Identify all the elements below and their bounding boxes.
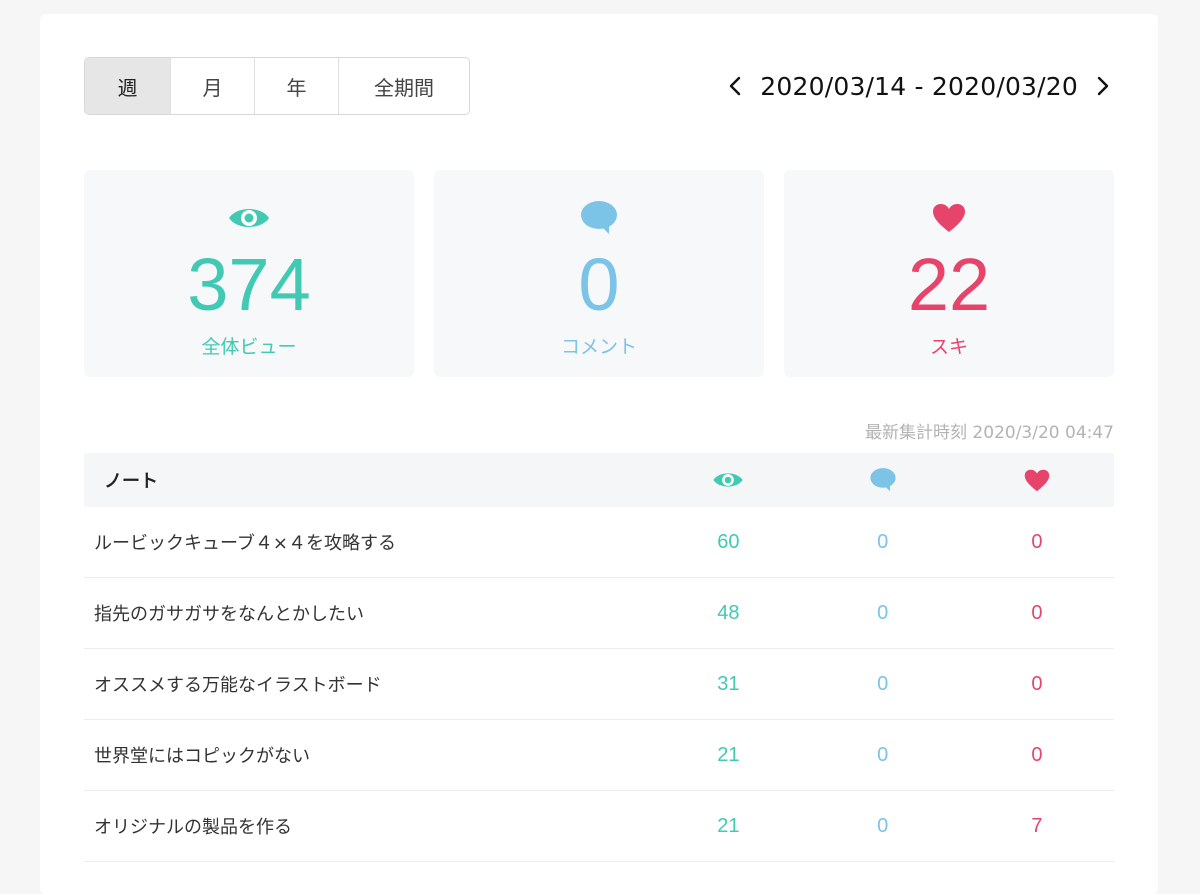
views-count: 21 (717, 814, 740, 837)
stat-likes: 22 スキ (784, 170, 1114, 377)
table-header: ノート (84, 453, 1114, 507)
comments-count: 0 (877, 530, 889, 553)
date-navigator: 2020/03/14 - 2020/03/20 (724, 72, 1114, 101)
last-updated-text: 最新集計時刻 2020/3/20 04:47 (865, 423, 1114, 443)
comments-count: 0 (877, 814, 889, 837)
comment-icon (579, 200, 619, 236)
likes-count: 0 (1031, 601, 1043, 624)
summary-stats: 374 全体ビュー 0 コメント 22 スキ (84, 170, 1114, 377)
note-title[interactable]: ルービックキューブ４×４を攻略する (84, 529, 651, 555)
chevron-left-icon[interactable] (724, 75, 746, 97)
toolbar: 週 月 年 全期間 2020/03/14 - 2020/03/20 (84, 57, 1114, 115)
table-row[interactable]: 指先のガサガサをなんとかしたい 48 0 0 (84, 578, 1114, 649)
heart-icon (960, 469, 1114, 492)
views-count: 48 (717, 601, 740, 624)
stat-comments: 0 コメント (434, 170, 764, 377)
heart-icon (932, 200, 966, 236)
stat-comments-value: 0 (578, 243, 620, 326)
views-count: 21 (717, 743, 740, 766)
notes-table: ノート ルービックキューブ４×４を攻略する 60 0 0 指先のガサガサをなんと… (84, 453, 1114, 862)
period-segmented-control: 週 月 年 全期間 (84, 57, 470, 115)
likes-count: 0 (1031, 743, 1043, 766)
comments-count: 0 (877, 601, 889, 624)
stat-likes-value: 22 (907, 243, 991, 326)
date-range-label: 2020/03/14 - 2020/03/20 (760, 71, 1078, 101)
tab-all-time[interactable]: 全期間 (339, 58, 469, 114)
table-row[interactable]: オススメする万能なイラストボード 31 0 0 (84, 649, 1114, 720)
stat-views-label: 全体ビュー (201, 336, 297, 358)
table-row[interactable]: 世界堂にはコピックがない 21 0 0 (84, 720, 1114, 791)
views-count: 31 (717, 672, 740, 695)
tab-month[interactable]: 月 (171, 58, 255, 114)
views-count: 60 (717, 530, 740, 553)
tab-week[interactable]: 週 (85, 58, 171, 114)
chevron-right-icon[interactable] (1092, 75, 1114, 97)
likes-count: 7 (1031, 814, 1043, 837)
header-note: ノート (104, 471, 158, 492)
note-title[interactable]: 指先のガサガサをなんとかしたい (84, 600, 651, 626)
stat-views-value: 374 (187, 243, 311, 326)
table-row[interactable]: ルービックキューブ４×４を攻略する 60 0 0 (84, 507, 1114, 578)
table-row[interactable]: オリジナルの製品を作る 21 0 7 (84, 791, 1114, 862)
comment-icon (806, 467, 960, 493)
note-title[interactable]: 世界堂にはコピックがない (84, 742, 651, 768)
note-title[interactable]: オリジナルの製品を作る (84, 813, 651, 839)
comments-count: 0 (877, 743, 889, 766)
likes-count: 0 (1031, 672, 1043, 695)
stat-likes-label: スキ (929, 336, 968, 358)
comments-count: 0 (877, 672, 889, 695)
note-title[interactable]: オススメする万能なイラストボード (84, 671, 651, 697)
likes-count: 0 (1031, 530, 1043, 553)
stats-card: 週 月 年 全期間 2020/03/14 - 2020/03/20 374 全体… (40, 14, 1158, 894)
eye-icon (651, 469, 805, 491)
stat-views: 374 全体ビュー (84, 170, 414, 377)
eye-icon (227, 200, 271, 236)
tab-year[interactable]: 年 (255, 58, 339, 114)
stat-comments-label: コメント (560, 336, 637, 358)
